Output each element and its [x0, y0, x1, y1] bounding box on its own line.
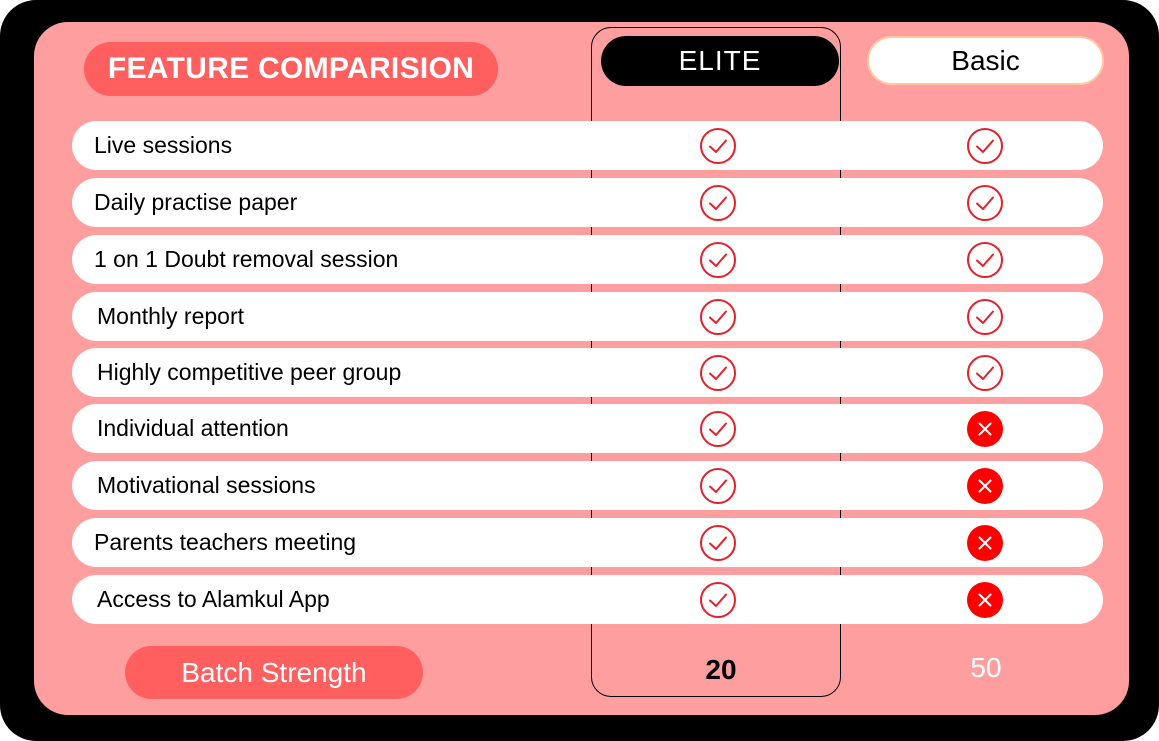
feature-label: Motivational sessions: [97, 472, 316, 498]
basic-check-icon: [966, 298, 1004, 336]
feature-row: Individual attention: [72, 404, 1103, 453]
feature-label: Parents teachers meeting: [94, 529, 357, 555]
feature-label: Highly competitive peer group: [97, 359, 402, 385]
page-title: FEATURE COMPARISION: [84, 42, 498, 96]
elite-check-icon: [699, 524, 737, 562]
elite-check-icon: [699, 467, 737, 505]
feature-row: Highly competitive peer group: [72, 348, 1103, 397]
elite-batch-strength: 20: [705, 654, 737, 685]
elite-check-icon: [699, 184, 737, 222]
elite-check-icon: [699, 298, 737, 336]
feature-row: Access to Alamkul App: [72, 575, 1103, 624]
basic-cross-icon: [966, 410, 1004, 448]
feature-row: Parents teachers meeting: [72, 518, 1103, 567]
elite-check-icon: [699, 354, 737, 392]
elite-check-icon: [699, 127, 737, 165]
feature-label: Monthly report: [97, 303, 245, 329]
feature-label: Daily practise paper: [94, 189, 298, 215]
elite-check-icon: [699, 241, 737, 279]
basic-check-icon: [966, 354, 1004, 392]
basic-batch-strength: 50: [970, 652, 1002, 683]
feature-row: 1 on 1 Doubt removal session: [72, 235, 1103, 284]
comparison-screen: FEATURE COMPARISION ELITE Basic Live ses…: [34, 22, 1129, 715]
basic-check-icon: [966, 241, 1004, 279]
batch-strength-label: Batch Strength: [125, 646, 423, 699]
plan-header-elite: ELITE: [601, 36, 839, 86]
basic-cross-icon: [966, 467, 1004, 505]
feature-label: Access to Alamkul App: [97, 586, 330, 612]
plan-header-basic: Basic: [867, 36, 1104, 85]
feature-label: Live sessions: [94, 132, 233, 158]
basic-check-icon: [966, 127, 1004, 165]
feature-label: 1 on 1 Doubt removal session: [94, 246, 399, 272]
device-frame: FEATURE COMPARISION ELITE Basic Live ses…: [0, 0, 1159, 741]
elite-check-icon: [699, 581, 737, 619]
basic-cross-icon: [966, 524, 1004, 562]
feature-label: Individual attention: [97, 415, 289, 441]
feature-row: Live sessions: [72, 121, 1103, 170]
feature-row: Daily practise paper: [72, 178, 1103, 227]
basic-check-icon: [966, 184, 1004, 222]
feature-row: Motivational sessions: [72, 461, 1103, 510]
basic-cross-icon: [966, 581, 1004, 619]
elite-check-icon: [699, 410, 737, 448]
feature-row: Monthly report: [72, 292, 1103, 341]
